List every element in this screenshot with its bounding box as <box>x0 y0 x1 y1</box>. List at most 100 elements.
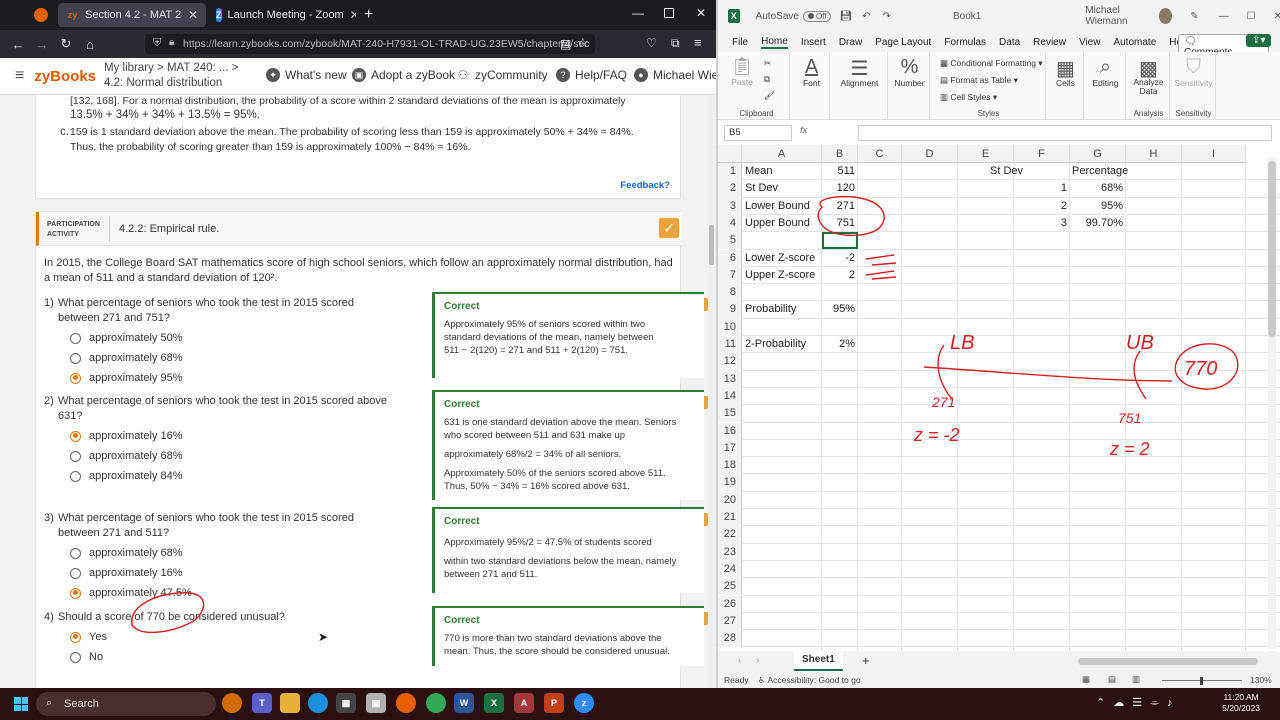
minimize-icon[interactable]: — <box>632 6 644 20</box>
prev-sheet-icon[interactable]: ‹ <box>738 655 741 666</box>
radio-button[interactable] <box>70 470 81 482</box>
editing-group[interactable]: ⌕ Editing <box>1086 52 1126 120</box>
feedback-link[interactable]: Feedback? <box>620 180 670 191</box>
share-button[interactable]: ⇪▾ <box>1246 34 1272 47</box>
accessibility-status[interactable]: ♿︎ Accessibility: Good to go <box>758 675 861 686</box>
fx-icon[interactable]: fx <box>800 125 807 136</box>
answer-option[interactable]: Yes <box>70 628 107 646</box>
sensitivity-group[interactable]: ⛉ Sensitivity Sensitivity <box>1172 52 1216 120</box>
answer-option[interactable]: No <box>70 648 107 666</box>
page-break-icon[interactable]: ▥ <box>1132 674 1140 685</box>
answer-option[interactable]: approximately 68% <box>70 349 183 367</box>
zoom-taskbar-icon[interactable]: z <box>574 693 594 713</box>
firefox-icon[interactable] <box>34 8 48 22</box>
answer-option[interactable]: approximately 68% <box>70 447 183 465</box>
answer-option[interactable]: approximately 95% <box>70 369 183 387</box>
formula-input[interactable] <box>858 125 1272 141</box>
excel-taskbar-icon[interactable]: X <box>484 693 504 713</box>
close-window-icon[interactable]: ✕ <box>696 6 706 20</box>
format-painter-icon[interactable]: 🖌︎ <box>764 90 775 101</box>
word-icon[interactable]: W <box>454 693 474 713</box>
radio-button[interactable] <box>70 352 81 364</box>
cut-icon[interactable]: ✂ <box>764 58 771 69</box>
taskbar-clock[interactable]: 11:20 AM 5/20/2023 <box>1222 692 1260 714</box>
community-link[interactable]: ⚇ zyCommunity <box>456 68 548 82</box>
user-menu[interactable]: ● Michael Wien <box>634 68 716 82</box>
analysis-group[interactable]: ▩ Analyze Data Analysis <box>1128 52 1170 120</box>
zybooks-logo[interactable]: zyBooks <box>34 68 96 85</box>
font-group[interactable]: A Font <box>794 52 830 120</box>
powerpoint-icon[interactable]: P <box>544 693 564 713</box>
url-bar[interactable]: ⛨ 🔒︎ https://learn.zybooks.com/zybook/MA… <box>145 34 595 54</box>
cells-group[interactable]: ▦ Cells <box>1048 52 1084 120</box>
number-group[interactable]: % Number <box>890 52 930 120</box>
bookmark-icon[interactable]: ☆ <box>577 35 589 51</box>
scrollbar[interactable] <box>709 95 714 688</box>
maximize-icon[interactable] <box>664 8 674 18</box>
home-icon[interactable]: ⌂ <box>78 37 102 52</box>
radio-button-selected[interactable] <box>70 587 81 599</box>
menu-formulas[interactable]: Formulas <box>944 37 986 48</box>
vertical-scrollbar[interactable] <box>1268 157 1276 649</box>
reload-icon[interactable]: ↻ <box>54 36 78 52</box>
next-sheet-icon[interactable]: › <box>756 655 759 666</box>
menu-home[interactable]: Home <box>761 36 788 49</box>
save-icon[interactable]: 💾︎ <box>839 11 852 22</box>
teams-icon[interactable]: T <box>252 693 272 713</box>
alignment-group[interactable]: ☰ Alignment <box>832 52 888 120</box>
pen-icon[interactable]: ✎ <box>1190 11 1198 22</box>
system-tray-icons[interactable]: ⌃☁☰⌯♪ <box>1096 696 1180 710</box>
app-icon-b[interactable]: ▣ <box>366 693 386 713</box>
menu-file[interactable]: File <box>732 37 748 48</box>
reader-icon[interactable]: ▤ <box>560 37 571 51</box>
access-icon[interactable]: A <box>514 693 534 713</box>
extensions-icon[interactable]: ⧉ <box>671 36 680 51</box>
add-sheet-icon[interactable]: + <box>862 653 870 668</box>
answer-option[interactable]: approximately 50% <box>70 329 183 347</box>
new-tab-icon[interactable]: + <box>364 6 373 24</box>
tab-zybooks[interactable]: zy Section 4.2 - MAT 240: Applied ✕ <box>58 3 206 27</box>
format-as-table-button[interactable]: ▤ Format as Table ▾ <box>940 75 1018 86</box>
account-name[interactable]: Michael Wiemann <box>1085 5 1151 27</box>
zoom-slider[interactable] <box>1162 677 1242 685</box>
app-icon-a[interactable] <box>222 693 242 713</box>
radio-button[interactable] <box>70 651 81 663</box>
sheet-tab[interactable]: Sheet1 <box>794 651 843 671</box>
help-link[interactable]: ? Help/FAQ <box>556 68 627 82</box>
hamburger-icon[interactable]: ≡ <box>15 67 24 85</box>
store-icon[interactable]: ▦ <box>336 693 356 713</box>
firefox-taskbar-icon[interactable] <box>396 693 416 713</box>
conditional-formatting-button[interactable]: ▦ Conditional Formatting ▾ <box>940 58 1043 69</box>
pocket-icon[interactable]: ♡ <box>646 36 657 50</box>
radio-button[interactable] <box>70 450 81 462</box>
radio-button-selected[interactable] <box>70 430 81 442</box>
redo-icon[interactable]: ↷ <box>883 11 891 22</box>
file-explorer-icon[interactable] <box>280 693 300 713</box>
tab-zoom[interactable]: Z Launch Meeting - Zoom ✕ <box>208 3 356 27</box>
edge-icon[interactable] <box>308 693 328 713</box>
breadcrumb-path[interactable]: My library > MAT 240: ... > <box>104 61 238 76</box>
name-box[interactable]: B5 <box>724 125 792 141</box>
autosave-toggle[interactable]: Off <box>802 10 832 22</box>
close-icon[interactable]: ✕ <box>1274 11 1280 22</box>
radio-button[interactable] <box>70 547 81 559</box>
zoom-level[interactable]: 130% <box>1250 675 1272 685</box>
menu-review[interactable]: Review <box>1033 37 1066 48</box>
normal-view-icon[interactable]: ▦ <box>1082 674 1090 685</box>
menu-data[interactable]: Data <box>999 37 1020 48</box>
menu-view[interactable]: View <box>1079 37 1101 48</box>
answer-option[interactable]: approximately 16% <box>70 427 183 445</box>
menu-page-layout[interactable]: Page Layout <box>875 37 931 48</box>
adopt-link[interactable]: ▣ Adopt a zyBook <box>352 68 455 82</box>
radio-button[interactable] <box>70 567 81 579</box>
avatar[interactable] <box>1159 8 1173 24</box>
menu-draw[interactable]: Draw <box>839 37 862 48</box>
menu-icon[interactable]: ≡ <box>694 35 702 50</box>
paste-button[interactable]: 📋︎ Paste <box>730 56 754 87</box>
chrome-icon[interactable] <box>426 693 446 713</box>
minimize-icon[interactable]: — <box>1219 11 1229 22</box>
copy-icon[interactable]: ⧉ <box>764 74 770 85</box>
windows-start-icon[interactable] <box>14 697 28 711</box>
close-icon[interactable]: ✕ <box>350 8 356 22</box>
close-icon[interactable]: ✕ <box>188 8 198 22</box>
